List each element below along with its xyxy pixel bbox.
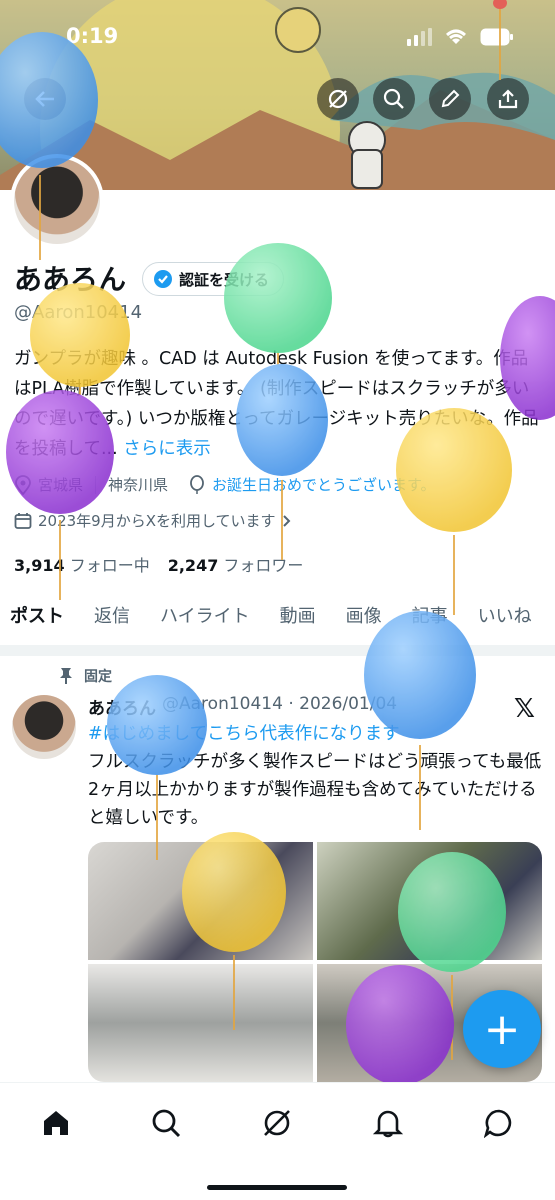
- notifications-icon: [373, 1110, 403, 1138]
- home-indicator: [207, 1185, 347, 1190]
- media-image-2[interactable]: [317, 842, 542, 960]
- profile-bio: ガンプラが趣味 。CAD は Autodesk Fusion を使ってます。作品…: [14, 344, 544, 464]
- follow-stats: 3,914 フォロー中 2,247 フォロワー: [14, 552, 303, 576]
- meta-divider: [95, 475, 97, 494]
- nav-grok[interactable]: [257, 1103, 297, 1143]
- edit-icon: [441, 89, 460, 108]
- calendar-icon: [14, 512, 32, 529]
- pin-icon: [60, 668, 72, 684]
- share-icon: [498, 89, 518, 109]
- post-text: フルスクラッチが多く製作スピードはどう頑張っても最低2ヶ月以上かかりますが製作過…: [88, 752, 542, 828]
- edit-button[interactable]: [429, 78, 471, 120]
- joined-date[interactable]: 2023年9月からXを利用しています: [14, 510, 292, 531]
- nav-home[interactable]: [36, 1103, 76, 1143]
- tab-likes[interactable]: いいね: [463, 598, 547, 645]
- search-button[interactable]: [373, 78, 415, 120]
- joined-text: 2023年9月からXを利用しています: [38, 512, 276, 530]
- share-button[interactable]: [487, 78, 529, 120]
- post-body[interactable]: #はじめましてこちら代表作になります フルスクラッチが多く製作スピードはどう頑張…: [88, 720, 544, 832]
- nav-search[interactable]: [146, 1103, 186, 1143]
- search-icon: [152, 1109, 181, 1138]
- get-verified-button[interactable]: 認証を受ける: [142, 262, 285, 296]
- profile-handle: @Aaron10414: [14, 302, 143, 323]
- post-header: ああろん @Aaron10414 · 2026/01/04: [88, 694, 397, 719]
- pinned-label: 固定: [84, 669, 112, 685]
- following-count: 3,914: [14, 556, 65, 575]
- location-primary: 宮城県: [38, 476, 84, 494]
- media-image-3[interactable]: [88, 964, 313, 1082]
- bio-text: ガンプラが趣味 。CAD は Autodesk Fusion を使ってます。作品…: [14, 349, 539, 459]
- location-secondary: 神奈川県: [108, 476, 169, 494]
- chevron-right-icon: [282, 514, 290, 527]
- post-avatar[interactable]: [12, 695, 76, 759]
- post-author[interactable]: ああろん: [88, 694, 156, 719]
- tab-posts[interactable]: ポスト: [0, 598, 79, 651]
- following-link[interactable]: 3,914 フォロー中: [14, 552, 150, 576]
- profile-tabs: ポスト 返信 ハイライト 動画 画像 記事 いいね: [0, 598, 555, 651]
- grok-icon: [264, 1110, 290, 1136]
- followers-count: 2,247: [167, 556, 219, 575]
- verified-badge-icon: [154, 270, 172, 288]
- nav-notifications[interactable]: [368, 1103, 408, 1143]
- messages-icon: [484, 1109, 512, 1138]
- profile-meta: 宮城県 神奈川県 お誕生日おめでとうございます。: [14, 474, 436, 495]
- wifi-icon: [446, 29, 466, 44]
- location-icon: [15, 474, 31, 495]
- compose-plus-icon: +: [483, 1003, 521, 1055]
- back-button[interactable]: [24, 78, 66, 120]
- balloon-icon: [190, 474, 204, 494]
- tab-highlights[interactable]: ハイライト: [145, 598, 265, 645]
- bottom-navigation: [0, 1082, 555, 1200]
- following-label: フォロー中: [69, 556, 150, 575]
- show-more-link[interactable]: さらに表示: [123, 439, 211, 459]
- tab-images[interactable]: 画像: [331, 598, 397, 645]
- battery-icon: [480, 28, 513, 46]
- post-handle-date: @Aaron10414 · 2026/01/04: [162, 694, 398, 714]
- followers-label: フォロワー: [223, 556, 304, 575]
- birthday-message: お誕生日おめでとうございます。: [212, 476, 436, 494]
- pinned-indicator: 固定: [58, 666, 112, 686]
- profile-avatar[interactable]: [10, 154, 104, 248]
- followers-link[interactable]: 2,247 フォロワー: [168, 552, 304, 576]
- post-hashtag[interactable]: #はじめましてこちら代表作になります: [88, 724, 400, 744]
- media-image-1[interactable]: [88, 842, 313, 960]
- grok-button[interactable]: [317, 78, 359, 120]
- grok-icon: [328, 89, 348, 109]
- get-verified-label: 認証を受ける: [179, 270, 270, 289]
- nav-messages[interactable]: [479, 1103, 519, 1143]
- tab-videos[interactable]: 動画: [265, 598, 331, 645]
- home-icon: [44, 1111, 68, 1135]
- profile-name: ああろん: [14, 263, 127, 296]
- tab-articles[interactable]: 記事: [397, 598, 463, 645]
- status-time: 0:19: [66, 24, 119, 48]
- signal-icon: [407, 28, 432, 46]
- compose-post-button[interactable]: +: [463, 990, 541, 1068]
- status-bar: 0:19: [0, 20, 555, 54]
- search-icon: [383, 88, 404, 109]
- tab-replies[interactable]: 返信: [79, 598, 145, 645]
- section-divider: [0, 646, 555, 656]
- back-icon: [35, 91, 54, 107]
